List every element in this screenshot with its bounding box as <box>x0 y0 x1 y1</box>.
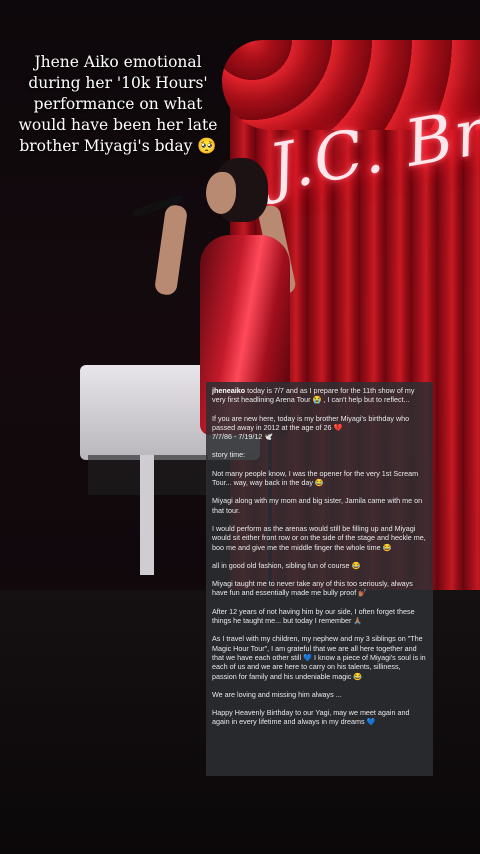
singer-face <box>206 172 236 214</box>
caption-paragraph-11: We are loving and missing him always ... <box>212 689 342 699</box>
caption-paragraph-1: jheneaiko today is 7/7 and as I prepare … <box>212 386 427 405</box>
singer-arm-left <box>153 203 189 297</box>
caption-paragraph-8: Miyagi taught me to never take any of th… <box>212 579 413 598</box>
caption-paragraph-7: all in good old fashion, sibling fun of … <box>212 560 361 570</box>
instagram-caption-card: jheneaiko today is 7/7 and as I prepare … <box>206 382 433 776</box>
caption-paragraph-2: If you are new here, today is my brother… <box>212 414 427 442</box>
caption-paragraph-12: Happy Heavenly Birthday to our Yagi, may… <box>212 708 410 727</box>
caption-paragraph-5: Miyagi along with my mom and big sister,… <box>212 496 423 515</box>
piano-leg <box>140 455 154 575</box>
overlay-caption: Jhene Aiko emotional during her '10k Hou… <box>18 53 218 155</box>
caption-text-2a: If you are new here, today is my brother… <box>212 413 410 432</box>
username-link[interactable]: jheneaiko <box>212 386 245 395</box>
caption-paragraph-9: After 12 years of not having him by our … <box>212 606 415 626</box>
caption-paragraph-10: As I travel with my children, my nephew … <box>212 634 426 681</box>
caption-paragraph-3: story time: <box>212 450 246 460</box>
caption-paragraph-4: Not many people know, I was the opener f… <box>212 468 419 488</box>
caption-text-2b: 7/7/86 - 7/19/12 🕊️ <box>212 432 274 442</box>
caption-paragraph-6: I would perform as the arenas would stil… <box>212 523 426 552</box>
